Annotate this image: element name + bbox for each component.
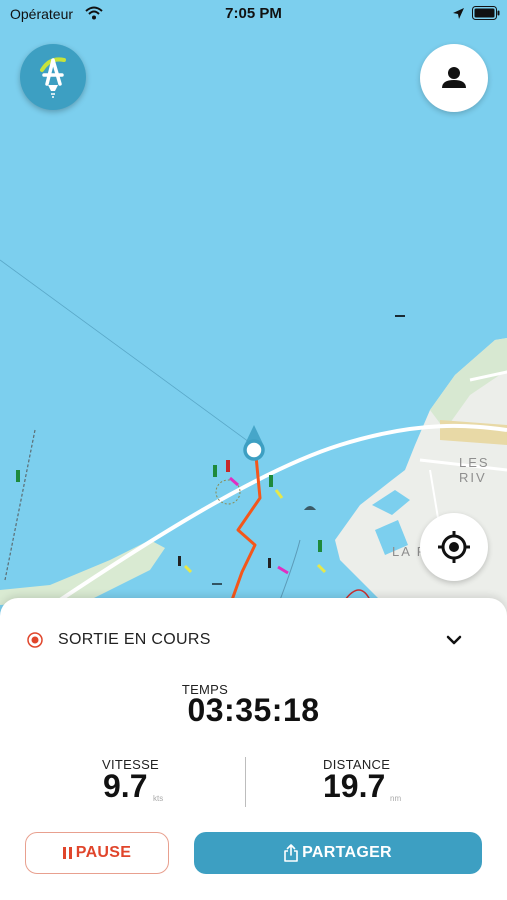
record-icon bbox=[27, 632, 43, 653]
speed-value: 9.7 bbox=[103, 768, 148, 804]
map-place-label: LES RIV bbox=[459, 455, 490, 485]
locate-button[interactable] bbox=[420, 513, 488, 581]
user-icon bbox=[442, 67, 466, 88]
distance-unit: nm bbox=[390, 794, 402, 803]
time-value: 03:35:18 bbox=[187, 692, 320, 728]
pause-label: PAUSE bbox=[75, 844, 132, 861]
distance-value: 19.7 bbox=[323, 768, 386, 804]
share-label: PARTAGER bbox=[302, 844, 392, 861]
pause-icon bbox=[62, 847, 72, 859]
status-bar: Opérateur 7:05 PM bbox=[0, 0, 507, 30]
stats-divider bbox=[245, 757, 246, 807]
battery-icon bbox=[472, 6, 500, 25]
profile-button[interactable] bbox=[420, 44, 488, 112]
share-button[interactable]: PARTAGER bbox=[194, 832, 482, 874]
share-icon bbox=[284, 844, 298, 862]
crosshair-icon bbox=[438, 531, 470, 563]
status-time: 7:05 PM bbox=[225, 5, 282, 22]
chevron-down-icon[interactable] bbox=[444, 630, 464, 655]
session-title: SORTIE EN COURS bbox=[58, 631, 211, 648]
pause-button[interactable]: PAUSE bbox=[25, 832, 169, 874]
location-arrow-icon bbox=[452, 7, 465, 25]
app-logo-icon bbox=[40, 57, 66, 98]
speed-unit: kts bbox=[153, 794, 164, 803]
logo-button[interactable] bbox=[20, 44, 86, 110]
